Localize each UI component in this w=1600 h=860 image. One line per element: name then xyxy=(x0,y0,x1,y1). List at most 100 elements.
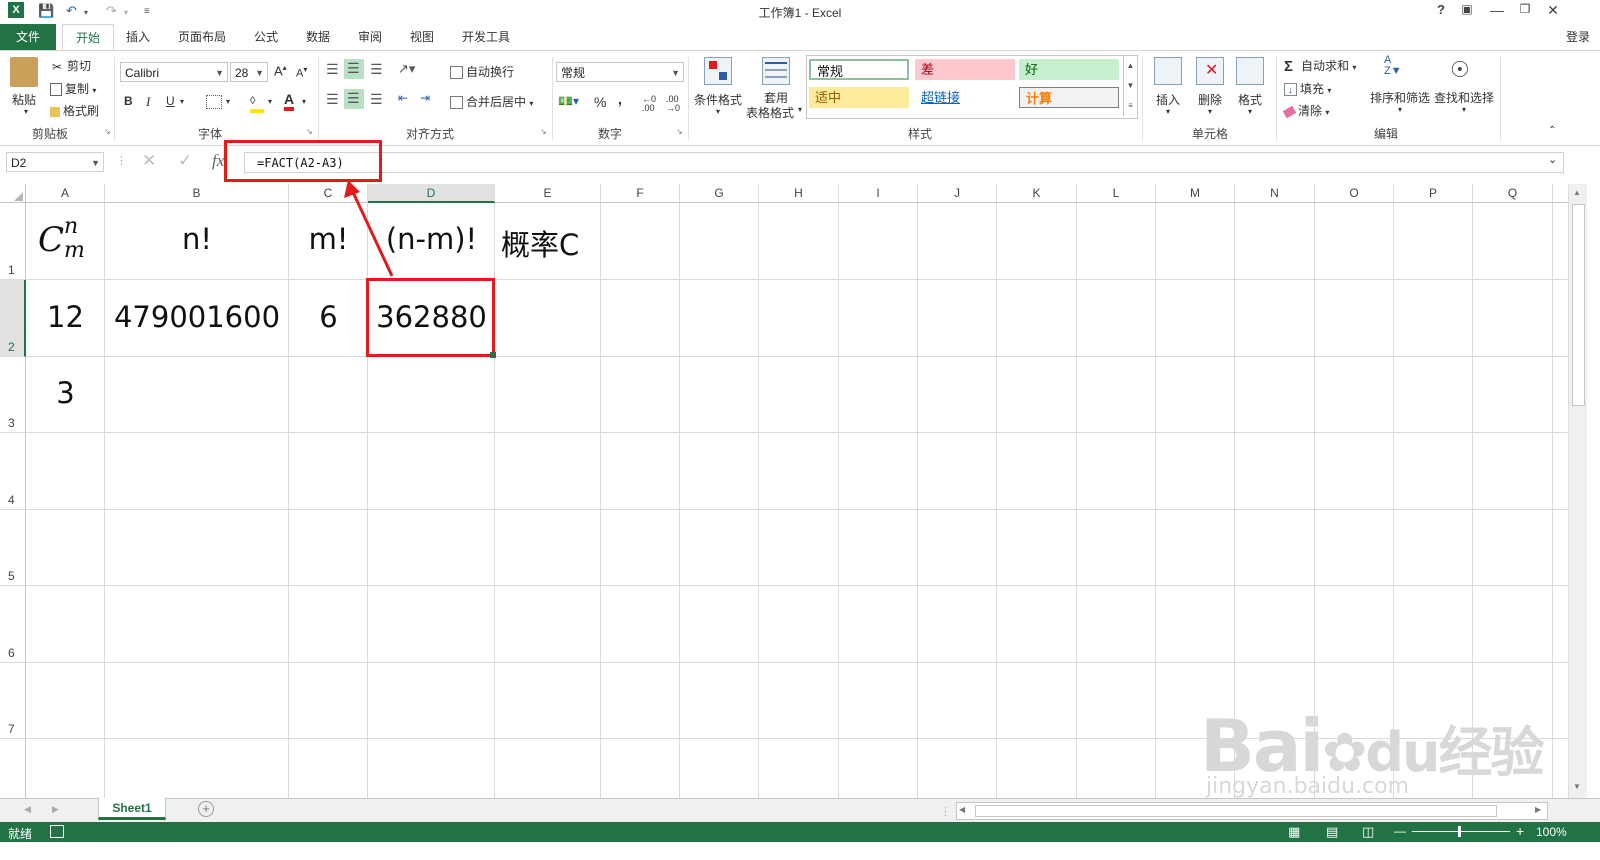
borders-icon[interactable] xyxy=(206,95,222,109)
paste-button[interactable]: 粘贴 xyxy=(12,91,36,108)
cell-C2[interactable]: 6 xyxy=(289,300,368,334)
style-neutral[interactable]: 适中 xyxy=(809,87,909,108)
styles-scroll-icon[interactable]: ▲ ▼ ≡ xyxy=(1123,56,1137,116)
conditional-formatting-button[interactable]: 条件格式 xyxy=(694,91,742,108)
horizontal-scrollbar[interactable]: ◀ ▶ xyxy=(956,802,1548,820)
column-header-E[interactable]: E xyxy=(495,184,601,203)
conditional-formatting-dropdown-icon[interactable]: ▾ xyxy=(716,107,720,116)
cell-A1[interactable]: Cnm xyxy=(38,214,85,263)
accounting-format-icon[interactable]: 💵▾ xyxy=(558,94,579,108)
fill-color-dropdown-icon[interactable]: ▾ xyxy=(268,97,272,106)
expand-formula-bar-icon[interactable]: ⌄ xyxy=(1548,153,1557,166)
align-bottom-icon[interactable]: ☰ xyxy=(370,61,383,78)
align-right-icon[interactable]: ☰ xyxy=(370,91,383,108)
tab-data[interactable]: 数据 xyxy=(298,24,338,50)
clipboard-launcher-icon[interactable]: ↘ xyxy=(104,127,111,136)
underline-button[interactable]: U xyxy=(166,94,175,108)
column-header-G[interactable]: G xyxy=(680,184,759,203)
style-good[interactable]: 好 xyxy=(1019,59,1119,80)
column-header-F[interactable]: F xyxy=(601,184,680,203)
column-header-N[interactable]: N xyxy=(1235,184,1315,203)
tab-developer[interactable]: 开发工具 xyxy=(454,24,518,50)
cancel-formula-icon[interactable]: ✕ xyxy=(142,151,156,171)
increase-decimal-icon[interactable]: ←0.00 xyxy=(642,95,656,113)
vertical-scrollbar[interactable]: ▲ ▼ xyxy=(1568,184,1587,798)
style-normal[interactable]: 常规 xyxy=(809,59,909,80)
align-center-icon[interactable]: ☰ xyxy=(344,89,364,109)
page-layout-view-icon[interactable]: ▤ xyxy=(1326,824,1338,840)
formula-input[interactable]: =FACT(A2-A3) xyxy=(244,152,1564,173)
orientation-icon[interactable]: ↗▾ xyxy=(398,61,415,77)
tab-home[interactable]: 开始 xyxy=(62,24,114,51)
ribbon-display-options-icon[interactable]: ▣ xyxy=(1454,2,1480,16)
insert-cells-dropdown-icon[interactable]: ▾ xyxy=(1166,107,1170,116)
column-header-I[interactable]: I xyxy=(839,184,918,203)
fill-button[interactable]: ↓ 填充 ▾ xyxy=(1284,80,1331,97)
column-header-P[interactable]: P xyxy=(1394,184,1473,203)
align-top-icon[interactable]: ☰ xyxy=(326,61,339,78)
enter-formula-icon[interactable]: ✓ xyxy=(178,151,192,171)
scroll-up-icon[interactable]: ▲ xyxy=(1573,188,1581,197)
insert-cells-icon[interactable] xyxy=(1154,57,1182,85)
column-header-J[interactable]: J xyxy=(918,184,997,203)
align-left-icon[interactable]: ☰ xyxy=(326,91,339,108)
cell-B1[interactable]: n! xyxy=(105,222,289,256)
font-launcher-icon[interactable]: ↘ xyxy=(306,127,313,136)
sign-in-link[interactable]: 登录 xyxy=(1558,24,1598,50)
close-icon[interactable]: ✕ xyxy=(1540,2,1566,19)
zoom-level[interactable]: 100% xyxy=(1536,825,1567,839)
zoom-slider[interactable] xyxy=(1412,831,1510,832)
tab-view[interactable]: 视图 xyxy=(402,24,442,50)
align-middle-icon[interactable]: ☰ xyxy=(344,59,364,79)
delete-cells-button[interactable]: 删除 xyxy=(1198,91,1222,108)
column-header-L[interactable]: L xyxy=(1077,184,1156,203)
zoom-slider-thumb[interactable] xyxy=(1458,826,1461,837)
help-button[interactable]: ? xyxy=(1428,2,1454,17)
fill-color-icon[interactable]: ◊ xyxy=(250,93,264,113)
binoculars-icon[interactable]: ☉ xyxy=(1450,57,1470,83)
tab-formulas[interactable]: 公式 xyxy=(246,24,286,50)
vertical-scroll-thumb[interactable] xyxy=(1572,204,1585,406)
autosum-button[interactable]: Σ 自动求和 ▾ xyxy=(1284,57,1356,74)
underline-dropdown-icon[interactable]: ▾ xyxy=(180,97,184,106)
paste-dropdown-icon[interactable]: ▾ xyxy=(24,107,28,116)
row-header-5[interactable]: 5 xyxy=(0,510,26,586)
format-as-table-icon[interactable] xyxy=(762,57,790,85)
macro-record-icon[interactable] xyxy=(50,825,64,838)
delete-cells-dropdown-icon[interactable]: ▾ xyxy=(1208,107,1212,116)
cell-B2[interactable]: 479001600 xyxy=(105,300,289,334)
fill-handle[interactable] xyxy=(490,352,496,358)
cell-A3[interactable]: 3 xyxy=(26,376,105,410)
find-select-dropdown-icon[interactable]: ▾ xyxy=(1462,105,1466,114)
row-header-4[interactable]: 4 xyxy=(0,433,26,510)
format-cells-button[interactable]: 格式 xyxy=(1238,91,1262,108)
increase-indent-icon[interactable]: ⇥ xyxy=(420,91,430,105)
merge-center-button[interactable]: 合并后居中 ▾ xyxy=(450,93,533,110)
clear-button[interactable]: 清除 ▾ xyxy=(1282,102,1329,119)
row-header-2[interactable]: 2 xyxy=(0,280,26,357)
page-break-view-icon[interactable]: ◫ xyxy=(1362,824,1374,840)
zoom-out-icon[interactable]: — xyxy=(1394,824,1406,838)
percent-style-button[interactable]: % xyxy=(594,94,606,110)
tab-page-layout[interactable]: 页面布局 xyxy=(170,24,234,50)
conditional-formatting-icon[interactable] xyxy=(704,57,732,85)
select-all-corner[interactable] xyxy=(0,184,26,203)
row-header-6[interactable]: 6 xyxy=(0,586,26,663)
name-box[interactable]: D2 ▼ xyxy=(6,152,104,172)
sheet-scroll-right-icon[interactable]: ▶ xyxy=(52,804,59,815)
find-select-button[interactable]: 查找和选择 xyxy=(1434,89,1494,106)
normal-view-icon[interactable]: ▦ xyxy=(1288,824,1300,840)
delete-cells-icon[interactable]: ✕ xyxy=(1196,57,1224,85)
style-hyperlink[interactable]: 超链接 xyxy=(915,87,1015,108)
font-name-select[interactable]: Calibri ▼ xyxy=(120,62,228,82)
scroll-right-icon[interactable]: ▶ xyxy=(1535,805,1541,814)
column-header-B[interactable]: B xyxy=(105,184,289,203)
borders-dropdown-icon[interactable]: ▾ xyxy=(226,97,230,106)
scroll-down-icon[interactable]: ▼ xyxy=(1573,782,1581,791)
copy-button[interactable]: 复制 ▾ xyxy=(50,80,96,97)
insert-function-button[interactable]: fx xyxy=(212,151,224,171)
number-launcher-icon[interactable]: ↘ xyxy=(676,127,683,136)
format-painter-button[interactable]: 格式刷 xyxy=(50,102,99,119)
column-header-M[interactable]: M xyxy=(1156,184,1235,203)
row-header-1[interactable]: 1 xyxy=(0,203,26,280)
